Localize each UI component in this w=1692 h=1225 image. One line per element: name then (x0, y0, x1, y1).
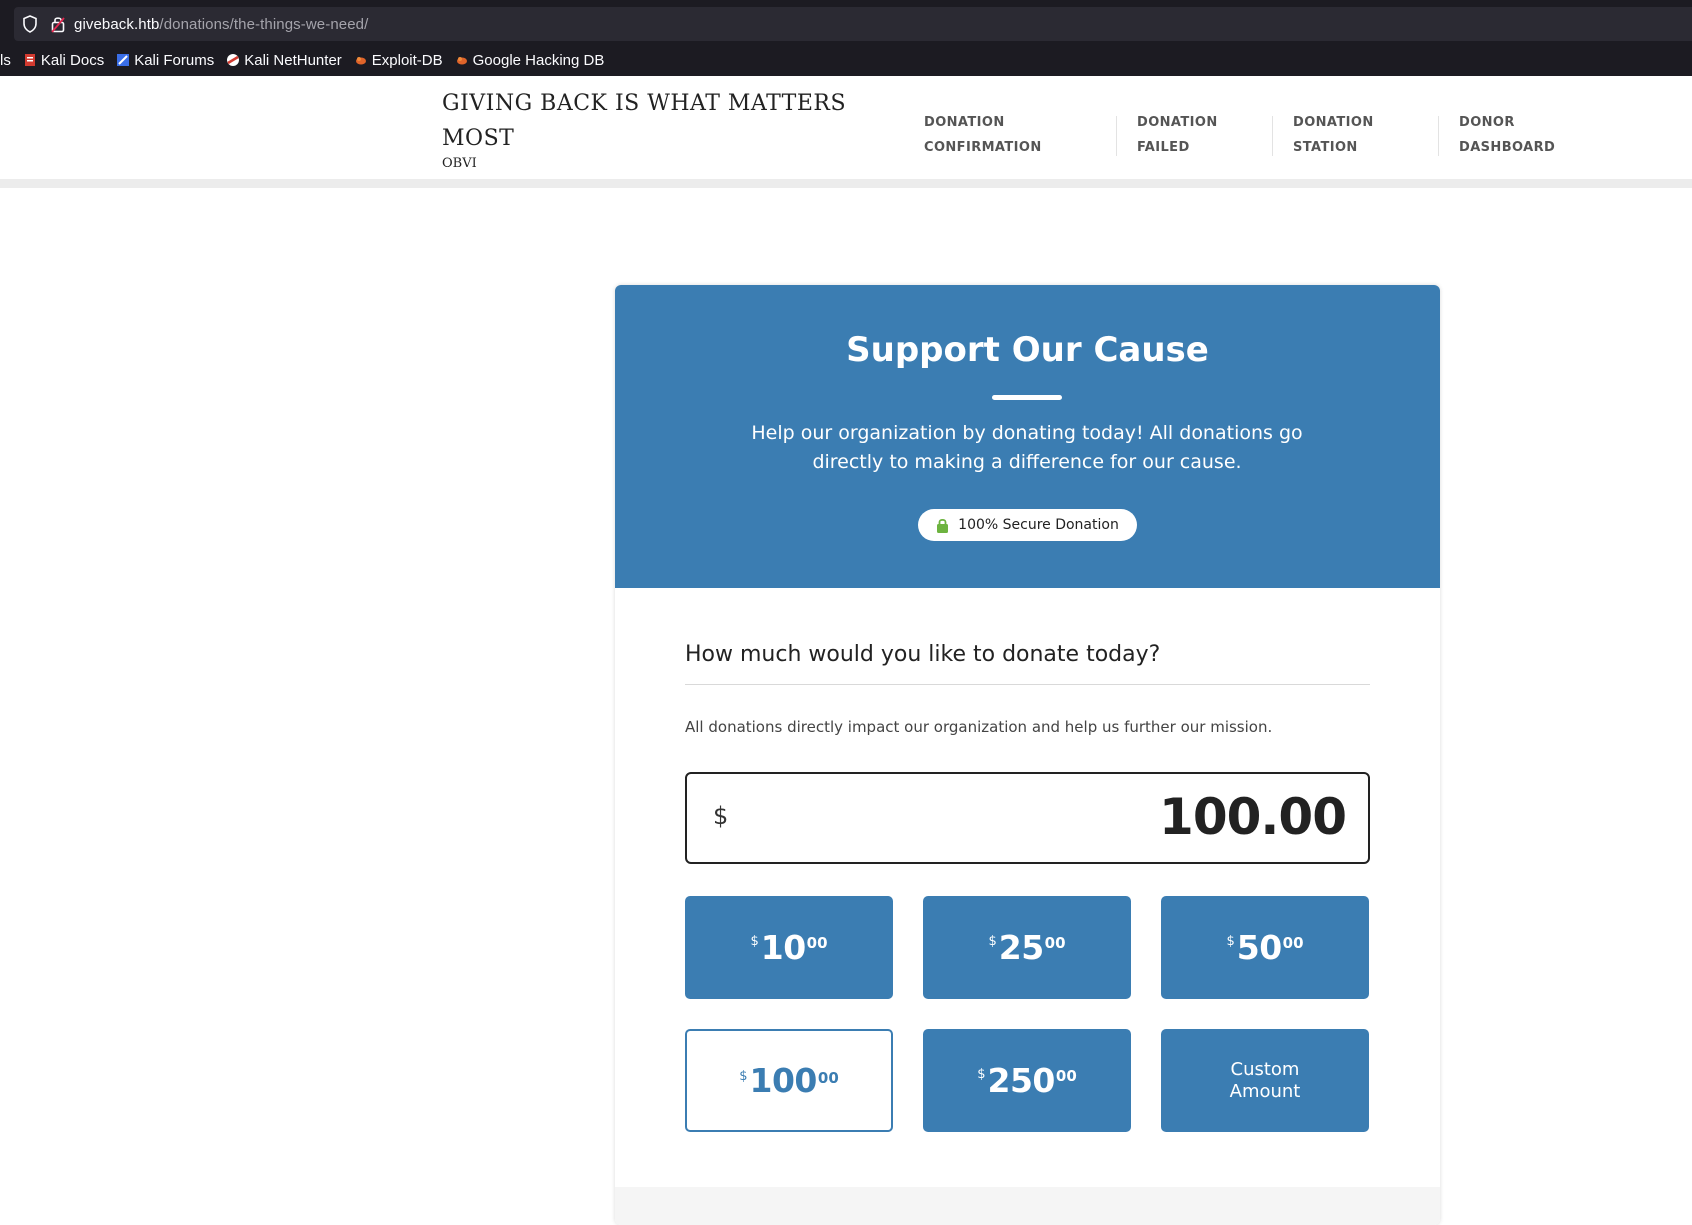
amount-option-25[interactable]: $ 25 00 (923, 896, 1131, 999)
amount-whole: 50 (1236, 928, 1282, 967)
donation-form-card: Support Our Cause Help our organization … (615, 285, 1440, 1225)
custom-amount-label: Custom Amount (1229, 1058, 1301, 1102)
secure-donation-label: 100% Secure Donation (958, 517, 1119, 533)
browser-toolbar: giveback.htb/donations/the-things-we-nee… (0, 0, 1692, 76)
bookmark-kali-nethunter[interactable]: Kali NetHunter (226, 52, 342, 69)
hero-divider (992, 395, 1062, 400)
amount-whole: 100 (749, 1061, 818, 1100)
nav-donation-station[interactable]: DONATION STATION (1293, 110, 1374, 160)
bookmarks-bar: ls Kali Docs Kali Forums Kali NetHunter … (0, 48, 616, 72)
address-bar[interactable]: giveback.htb/donations/the-things-we-nee… (14, 7, 1692, 41)
lock-icon (937, 518, 949, 533)
amount-cents: 00 (1055, 1067, 1077, 1085)
nav-donation-confirmation[interactable]: DONATION CONFIRMATION (924, 110, 1042, 160)
ghdb-icon (456, 57, 467, 65)
amount-cents: 00 (817, 1069, 839, 1087)
kali-nethunter-icon (227, 54, 240, 66)
nav-donor-dashboard[interactable]: DONOR DASHBOARD (1459, 110, 1555, 160)
url-text[interactable]: giveback.htb/donations/the-things-we-nee… (74, 16, 368, 33)
hero-description: Help our organization by donating today!… (751, 422, 1303, 473)
amount-cents: 00 (806, 934, 828, 952)
nav-divider (1438, 116, 1439, 156)
url-host: giveback.htb (74, 15, 160, 33)
question-divider (685, 684, 1370, 685)
secure-donation-badge: 100% Secure Donation (918, 509, 1137, 541)
amount-symbol: $ (1226, 934, 1235, 949)
amount-symbol: $ (977, 1067, 986, 1082)
bookmark-kali-forums[interactable]: Kali Forums (116, 52, 214, 69)
shield-icon[interactable] (22, 15, 38, 33)
bookmark-cut-off[interactable]: ls (0, 52, 11, 69)
bookmark-label: Google Hacking DB (472, 51, 605, 69)
amount-whole: 10 (760, 928, 806, 967)
bookmark-google-hacking-db[interactable]: Google Hacking DB (455, 51, 605, 69)
amount-value[interactable]: 100.00 (1159, 788, 1347, 846)
donation-hero: Support Our Cause Help our organization … (615, 285, 1440, 588)
hero-title: Support Our Cause (846, 330, 1209, 370)
bookmark-label: Kali Forums (134, 51, 215, 69)
amount-whole: 250 (987, 1061, 1056, 1100)
exploit-db-icon (355, 57, 366, 65)
amount-option-250[interactable]: $ 250 00 (923, 1029, 1131, 1132)
amount-option-10[interactable]: $ 10 00 (685, 896, 893, 999)
currency-symbol: $ (713, 802, 729, 830)
url-path: /donations/the-things-we-need/ (159, 15, 369, 33)
donation-amount-input[interactable]: $ 100.00 (685, 772, 1370, 864)
nav-divider (1272, 116, 1273, 156)
bookmark-label: Exploit-DB (371, 51, 443, 69)
amount-option-100[interactable]: $ 100 00 (685, 1029, 893, 1132)
card-footer (615, 1187, 1440, 1225)
bookmark-exploit-db[interactable]: Exploit-DB (354, 52, 443, 69)
site-title[interactable]: GIVING BACK IS WHAT MATTERS MOST (442, 86, 882, 156)
nav-donation-failed[interactable]: DONATION FAILED (1137, 110, 1218, 160)
amount-option-50[interactable]: $ 50 00 (1161, 896, 1369, 999)
amount-symbol: $ (750, 934, 759, 949)
site-tagline: OBVI (442, 156, 477, 171)
bookmark-label: Kali NetHunter (244, 51, 342, 69)
bookmark-label: ls (0, 51, 11, 69)
amount-symbol: $ (739, 1069, 748, 1084)
lock-warning-icon[interactable] (51, 15, 65, 33)
bookmark-label: Kali Docs (40, 51, 105, 69)
amount-cents: 00 (1044, 934, 1066, 952)
kali-forums-icon (117, 54, 130, 66)
amount-symbol: $ (988, 934, 997, 949)
kali-docs-icon (24, 54, 35, 66)
nav-divider (1116, 116, 1117, 156)
bookmark-kali-docs[interactable]: Kali Docs (23, 52, 104, 69)
impact-text: All donations directly impact our organi… (685, 718, 1273, 736)
amount-cents: 00 (1282, 934, 1304, 952)
site-header: GIVING BACK IS WHAT MATTERS MOST OBVI DO… (0, 76, 1692, 188)
donation-question: How much would you like to donate today? (685, 642, 1161, 667)
amount-whole: 25 (998, 928, 1044, 967)
custom-amount-button[interactable]: Custom Amount (1161, 1029, 1369, 1132)
